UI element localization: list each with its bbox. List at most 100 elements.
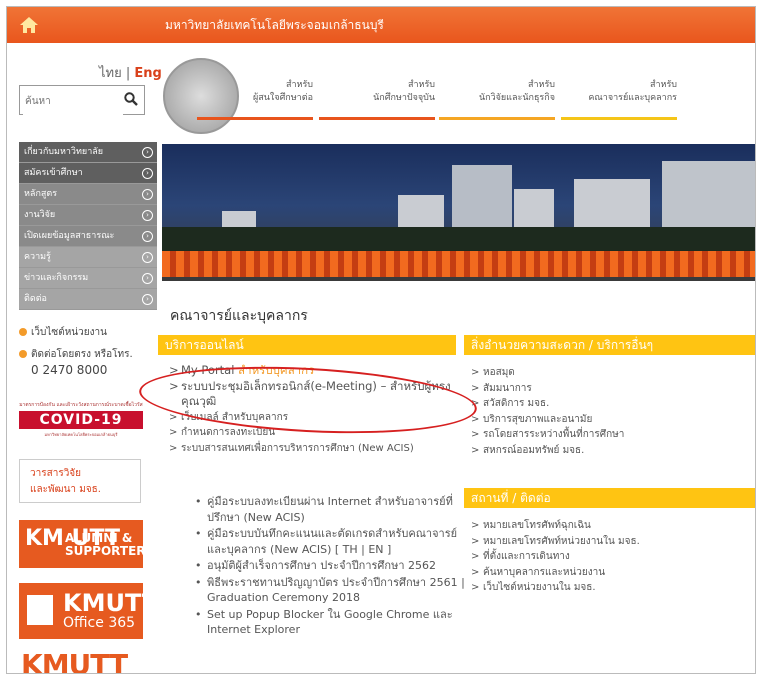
sidebar-item[interactable]: สมัครเข้าศึกษา › <box>19 163 157 184</box>
chevron-right-icon: > <box>471 582 480 593</box>
chevron-right-icon: › <box>142 273 153 284</box>
list-item-label: กำหนดการลงทะเบียน <box>181 427 276 438</box>
covid-bottom-text: มหาวิทยาลัยเทคโนโลยีพระจอมเกล้าธนบุรี <box>44 432 118 437</box>
list-item[interactable]: > สวัสดิการ มจธ. <box>471 396 751 412</box>
list-item[interactable]: > หอสมุด <box>471 365 751 381</box>
lang-separator: | <box>125 66 131 81</box>
list-item-label: หมายเลขโทรศัพท์หน่วยงานใน มจธ. <box>483 535 640 547</box>
sidebar-item[interactable]: งานวิจัย › <box>19 205 157 226</box>
sidebar-item[interactable]: ความรู้ › <box>19 247 157 268</box>
list-item-label: ค้นหาบุคลากรและหน่วยงาน <box>483 566 606 578</box>
list-item[interactable]: > สหกรณ์ออมทรัพย์ มจธ. <box>471 443 751 459</box>
places-contact-list: > หมายเลขโทรศัพท์ฉุกเฉิน > หมายเลขโทรศัพท์ห… <box>471 518 751 596</box>
bullet-dot-icon <box>19 350 27 358</box>
list-item-label: สหกรณ์ออมทรัพย์ มจธ. <box>483 444 585 456</box>
list-item-label: เว็บไซต์หน่วยงานใน มจธ. <box>483 582 596 593</box>
search-box <box>19 85 145 115</box>
list-item[interactable]: > ค้นหาบุคลากรและหน่วยงาน <box>471 565 751 581</box>
acis-sub-list: คู่มือระบบลงทะเบียนผ่าน Internet สำหรับอ… <box>181 494 471 639</box>
lang-thai-link[interactable]: ไทย <box>99 66 122 81</box>
sidebar-item-label: เปิดเผยข้อมูลสาธารณะ <box>24 231 115 241</box>
sidebar-item-label: งานวิจัย <box>24 210 56 220</box>
sidebar-item[interactable]: เปิดเผยข้อมูลสาธารณะ › <box>19 226 157 247</box>
sidebar-item[interactable]: ข่าวและกิจกรรม › <box>19 268 157 289</box>
alumni-supporter-banner[interactable]: KM UTT ALUMNI & SUPPORTER <box>19 520 146 568</box>
sub-list-item[interactable]: พิธีพระราชทานปริญญาบัตร ประจำปีการศึกษา … <box>181 575 471 606</box>
chevron-right-icon: › <box>142 294 153 305</box>
sidebar-item-label: ติดต่อ <box>24 294 47 304</box>
sidebar-item[interactable]: ติดต่อ › <box>19 289 157 310</box>
contact-direct-link[interactable]: ติดต่อโดยตรง หรือโทร. <box>19 347 133 362</box>
nav-tab-line1: สำหรับ <box>527 80 555 90</box>
sub-list-item[interactable]: คู่มือระบบลงทะเบียนผ่าน Internet สำหรับอ… <box>181 494 471 525</box>
list-item-label: ระบบสารสนเทศเพื่อการบริหารการศึกษา (New … <box>181 442 414 454</box>
sub-list-item[interactable]: คู่มือระบบบันทึกคะแนนและตัดเกรดสำหรับคณา… <box>181 526 471 557</box>
alumni-text: ALUMNI & SUPPORTER <box>65 531 146 558</box>
page-frame: มหาวิทยาลัยเทคโนโลยีพระจอมเกล้าธนบุรี ไท… <box>6 6 756 674</box>
chevron-right-icon: > <box>471 367 480 378</box>
list-item[interactable]: > หมายเลขโทรศัพท์หน่วยงานใน มจธ. <box>471 534 751 550</box>
sub-list-item[interactable]: อนุมัติผู้สำเร็จการศึกษา ประจำปีการศึกษา… <box>181 558 471 574</box>
nav-tab-1[interactable]: สำหรับ ผู้สนใจศึกษาต่อ <box>197 79 313 120</box>
kmutt-logo-banner[interactable]: KMUTT <box>21 648 128 673</box>
list-item[interactable]: > เว็บไซต์หน่วยงานใน มจธ. <box>471 580 751 596</box>
nav-tab-line1: สำหรับ <box>649 80 677 90</box>
sidebar-item[interactable]: หลักสูตร › <box>19 184 157 205</box>
chevron-right-icon: > <box>471 566 480 578</box>
bullet-dot-icon <box>19 328 27 336</box>
page-title: คณาจารย์และบุคลากร <box>170 308 308 324</box>
list-item[interactable]: > ระบบสารสนเทศเพื่อการบริหารการศึกษา (New… <box>169 441 459 457</box>
covid-top-text: มาตรการป้องกัน และเฝ้าระวังสถานการณ์ระบา… <box>19 402 143 408</box>
facilities-header: สิ่งอำนวยความสะดวก / บริการอื่นๆ <box>464 335 755 355</box>
chevron-right-icon: › <box>142 231 153 242</box>
chevron-right-icon: > <box>169 427 178 438</box>
chevron-right-icon: › <box>142 168 153 179</box>
covid-banner[interactable]: มาตรการป้องกัน และเฝ้าระวังสถานการณ์ระบา… <box>19 400 143 440</box>
campus-banner-image <box>162 144 755 281</box>
nav-tab-underline <box>319 117 435 120</box>
facilities-list: > หอสมุด > สัมมนาการ > สวัสดิการ มจธ. > บริการส… <box>471 365 751 458</box>
chevron-right-icon: › <box>142 147 153 158</box>
chevron-right-icon: > <box>471 520 480 531</box>
sidebar-item-label: สมัครเข้าศึกษา <box>24 168 83 178</box>
university-name[interactable]: มหาวิทยาลัยเทคโนโลยีพระจอมเกล้าธนบุรี <box>165 16 384 35</box>
list-item[interactable]: > หมายเลขโทรศัพท์ฉุกเฉิน <box>471 518 751 534</box>
sidebar-item[interactable]: เกี่ยวกับมหาวิทยาลัย › <box>19 142 157 163</box>
lang-english-link[interactable]: Eng <box>134 66 161 81</box>
list-item-label: สวัสดิการ มจธ. <box>483 398 550 409</box>
chevron-right-icon: › <box>142 210 153 221</box>
chevron-right-icon: › <box>142 252 153 263</box>
nav-tab-4[interactable]: สำหรับ คณาจารย์และบุคลากร <box>561 79 677 120</box>
nav-tab-3[interactable]: สำหรับ นักวิจัยและนักธุรกิจ <box>439 79 555 120</box>
sub-list-item[interactable]: Set up Popup Blocker ใน Google Chrome แล… <box>181 607 471 638</box>
list-item-label: ที่ตั้งและการเดินทาง <box>483 551 570 562</box>
language-switch: ไทย | Eng <box>99 62 162 83</box>
sidebar-item-label: ข่าวและกิจกรรม <box>24 273 89 283</box>
search-input[interactable] <box>23 87 123 115</box>
office365-banner[interactable]: KMUTT Office 365 <box>19 583 158 639</box>
list-item[interactable]: > รถโดยสารระหว่างพื้นที่การศึกษา <box>471 427 751 443</box>
nav-tab-line2: ผู้สนใจศึกษาต่อ <box>253 93 313 103</box>
list-item[interactable]: > บริการสุขภาพและอนามัย <box>471 412 751 428</box>
nav-tab-2[interactable]: สำหรับนักศึกษาปัจจุบัน <box>319 79 435 120</box>
list-item-label: รถโดยสารระหว่างพื้นที่การศึกษา <box>483 429 625 440</box>
nav-tab-line1: สำหรับ <box>407 80 435 90</box>
office365-subtitle: Office 365 <box>63 615 136 631</box>
chevron-right-icon: > <box>471 535 480 547</box>
sidebar-item-label: ความรู้ <box>24 252 51 262</box>
list-item[interactable]: > ที่ตั้งและการเดินทาง <box>471 549 751 565</box>
sidebar-menu: เกี่ยวกับมหาวิทยาลัย › สมัครเข้าศึกษา › หลัก… <box>19 142 157 310</box>
chevron-right-icon: > <box>471 444 480 456</box>
online-services-header: บริการออนไลน์ <box>158 335 456 355</box>
home-icon[interactable] <box>19 16 39 34</box>
covid-label: COVID-19 <box>19 411 143 429</box>
nav-tab-underline <box>439 117 555 120</box>
list-item-label: หอสมุด <box>483 367 515 378</box>
chevron-right-icon: > <box>471 551 480 562</box>
list-item[interactable]: > สัมมนาการ <box>471 381 751 397</box>
chevron-right-icon: › <box>142 189 153 200</box>
search-icon[interactable] <box>124 92 138 106</box>
research-journal-banner[interactable]: วารสารวิจัย และพัฒนา มจธ. <box>19 459 141 503</box>
nav-tab-line2: นักศึกษาปัจจุบัน <box>373 93 435 103</box>
unit-websites-link[interactable]: เว็บไซต์หน่วยงาน <box>19 325 107 340</box>
